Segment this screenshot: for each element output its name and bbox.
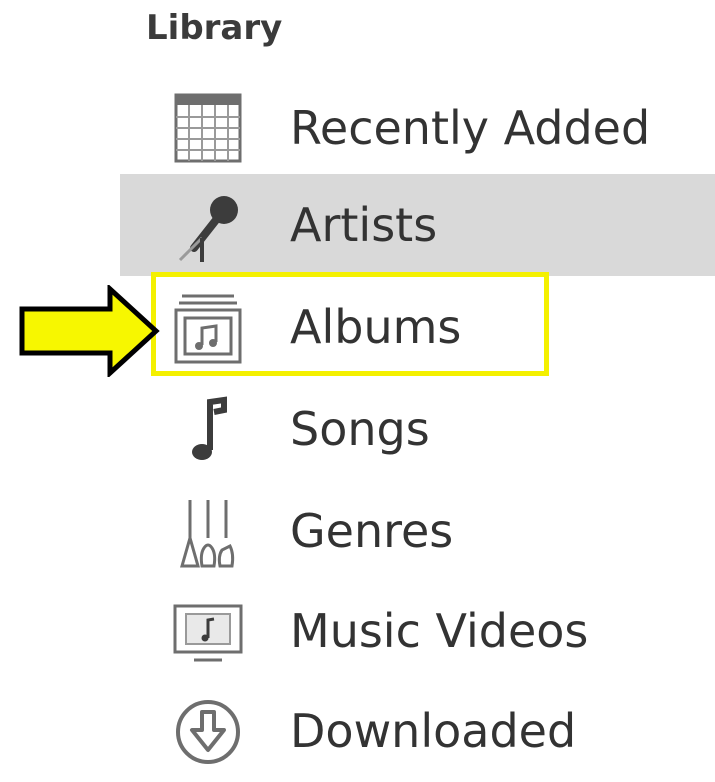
sidebar-item-songs[interactable]: Songs — [120, 378, 715, 480]
pointer-arrow-icon — [19, 285, 160, 377]
sidebar-item-music-videos[interactable]: Music Videos — [120, 580, 715, 682]
sidebar-item-genres[interactable]: Genres — [120, 480, 715, 582]
sidebar-item-label: Songs — [290, 402, 430, 456]
guitars-icon — [172, 496, 244, 568]
sidebar-item-artists[interactable]: Artists — [120, 174, 715, 276]
microphone-icon — [172, 190, 244, 262]
sidebar-item-downloaded[interactable]: Downloaded — [120, 680, 715, 782]
sidebar-item-label: Artists — [290, 198, 438, 252]
sidebar-item-label: Music Videos — [290, 604, 589, 658]
library-section-title: Library — [146, 8, 283, 48]
sidebar-item-recently-added[interactable]: Recently Added — [120, 77, 715, 179]
library-sidebar: Library Recently Added Artists Albums So… — [0, 0, 715, 764]
albums-highlight-box — [151, 272, 549, 376]
sidebar-item-label: Recently Added — [290, 101, 651, 155]
music-video-icon — [172, 596, 244, 668]
music-note-icon — [172, 394, 244, 466]
sidebar-item-label: Genres — [290, 504, 454, 558]
calendar-grid-icon — [172, 93, 244, 165]
download-circle-icon — [172, 696, 244, 768]
sidebar-item-label: Downloaded — [290, 704, 577, 758]
